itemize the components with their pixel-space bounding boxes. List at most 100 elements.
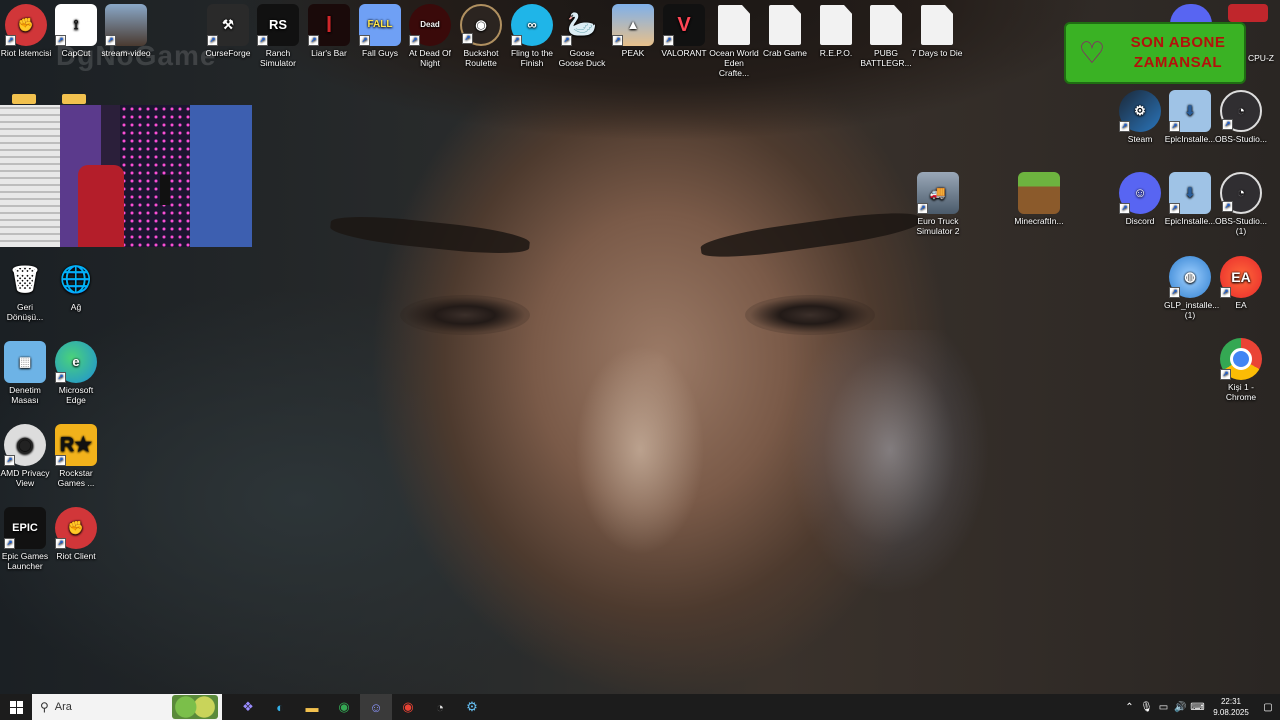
taskbar-file-explorer[interactable]: ▬: [296, 694, 328, 720]
desktop-icon-steam[interactable]: ⚙ ↗ Steam: [1114, 90, 1166, 144]
shortcut-arrow-icon: ↗: [561, 35, 572, 46]
desktop-icon-fling-to-the-finish[interactable]: ∞ ↗ Fling to the Finish: [506, 4, 558, 68]
shortcut-arrow-icon: ↗: [1222, 119, 1233, 130]
desktop-icon-pubg[interactable]: PUBG BATTLEGR...: [860, 4, 912, 68]
chevron-up-icon[interactable]: ⌃: [1121, 702, 1138, 713]
desktop-icon-riot-istemcisi[interactable]: ✊ ↗ Riot İstemcisi: [0, 4, 52, 58]
control-panel-icon: ▦: [4, 341, 46, 383]
file-icon: [815, 4, 857, 46]
shortcut-arrow-icon: ↗: [1220, 369, 1231, 380]
taskbar-clock[interactable]: 22:31 9.08.2025: [1206, 696, 1256, 718]
cpu-z-label: CPU-Z: [1248, 53, 1274, 63]
shortcut-arrow-icon: ↗: [55, 455, 66, 466]
rockstar-icon: R★ ↗: [55, 424, 97, 466]
desktop-icon-epic-installer-2[interactable]: ⬇ ↗ EpicInstalle...: [1164, 172, 1216, 226]
search-highlight-icon: [172, 695, 218, 719]
desktop-icon-label: OBS-Studio...: [1215, 134, 1267, 144]
folder-icon[interactable]: [12, 94, 36, 104]
desktop-icon-ea[interactable]: EA ↗ EA: [1215, 256, 1267, 310]
desktop-icon-euro-truck-simulator-2[interactable]: 🚚 ↗ Euro Truck Simulator 2: [912, 172, 964, 236]
desktop-icon-repo[interactable]: R.E.P.O.: [810, 4, 862, 58]
desktop-icon-label: GLP_installe... (1): [1164, 300, 1220, 320]
windows-logo-icon: [9, 700, 23, 714]
cpu-z-icon[interactable]: [1228, 4, 1268, 22]
desktop-icon-crab-game[interactable]: Crab Game: [759, 4, 811, 58]
desktop-icon-amd-privacy-view[interactable]: ◉ ↗ AMD Privacy View: [0, 424, 51, 488]
discord-icon: ☺: [369, 699, 383, 715]
desktop-icon-ranch-simulator[interactable]: RS ↗ Ranch Simulator: [252, 4, 304, 68]
desktop-icon-label: R.E.P.O.: [819, 48, 853, 58]
webcam-microphone: [160, 175, 170, 205]
buckshot-roulette-icon: ◉ ↗: [460, 4, 502, 46]
taskbar-copilot[interactable]: ❖: [232, 694, 264, 720]
desktop-icon-label: Rockstar Games ...: [57, 468, 95, 488]
desktop-icon-goose-goose-duck[interactable]: 🦢 ↗ Goose Goose Duck: [556, 4, 608, 69]
desktop-icon-label: PUBG BATTLEGR...: [860, 48, 912, 68]
desktop-icon-7-days-to-die[interactable]: 7 Days to Die: [911, 4, 963, 58]
desktop-icon-chrome-profile[interactable]: ↗ Kişi 1 - Chrome: [1215, 338, 1267, 402]
file-icon: [916, 4, 958, 46]
microphone-icon[interactable]: 🎙: [1138, 702, 1155, 713]
desktop-icon-label: EpicInstalle...: [1164, 134, 1216, 144]
desktop-icon-epic-games-launcher[interactable]: EPIC ↗ Epic Games Launcher: [0, 507, 51, 571]
desktop-icon-label: Liar's Bar: [311, 48, 347, 58]
subscriber-alert-text: SON ABONE ZAMANSAL: [1112, 33, 1244, 73]
desktop-icon-label: OBS-Studio... (1): [1215, 216, 1267, 236]
desktop-icon-fall-guys[interactable]: FALL ↗ Fall Guys: [354, 4, 406, 58]
subscriber-alert-box: ♡ SON ABONE ZAMANSAL: [1064, 22, 1246, 84]
taskbar-search-box[interactable]: ⚲ Ara: [32, 694, 222, 720]
desktop-icon-recycle-bin[interactable]: 🗑 Geri Dönüşü...: [0, 258, 51, 322]
start-button[interactable]: [0, 694, 32, 720]
taskbar-edge[interactable]: ◐: [264, 694, 296, 720]
desktop-icon-obs-studio[interactable]: ◔ ↗ OBS-Studio...: [1215, 90, 1267, 144]
desktop-icon-minecraft-installer[interactable]: MinecraftIn...: [1013, 172, 1065, 226]
taskbar-chrome[interactable]: ◉: [328, 694, 360, 720]
desktop-icon-peak[interactable]: ▲ ↗ PEAK: [607, 4, 659, 58]
desktop-icon-valorant[interactable]: V ↗ VALORANT: [658, 4, 710, 58]
desktop-icon-riot-client[interactable]: ✊ ↗ Riot Client: [50, 507, 102, 561]
taskbar-steam[interactable]: ⚙: [456, 694, 488, 720]
taskbar-obs[interactable]: ◔: [424, 694, 456, 720]
desktop-icon-at-dead-of-night[interactable]: Dead ↗ At Dead Of Night: [404, 4, 456, 68]
desktop-icon-label: 7 Days to Die: [911, 48, 963, 58]
desktop-icon-liars-bar[interactable]: l ↗ Liar's Bar: [303, 4, 355, 58]
riot-icon: ✊ ↗: [5, 4, 47, 46]
shortcut-arrow-icon: ↗: [55, 372, 66, 383]
desktop-icon-epic-installer[interactable]: ⬇ ↗ EpicInstalle...: [1164, 90, 1216, 144]
desktop-icon-ocean-world[interactable]: Ocean World Eden Crafte...: [708, 4, 760, 78]
network-icon[interactable]: ▭: [1155, 702, 1172, 713]
desktop-icon-discord[interactable]: ☺ ↗ Discord: [1114, 172, 1166, 226]
desktop-icon-glp-installer[interactable]: ◍ ↗ GLP_installe... (1): [1164, 256, 1220, 320]
taskbar: ⚲ Ara ❖ ◐ ▬ ◉ ☺ ◉ ◔ ⚙ ⌃ 🎙 ▭ 🔊 ⌨ 22:31 9.…: [0, 694, 1280, 720]
webcam-led-wall: [120, 105, 190, 247]
webcam-overlay: [0, 105, 252, 247]
desktop-icon-label: Riot İstemcisi: [0, 48, 52, 58]
shortcut-arrow-icon: ↗: [4, 455, 15, 466]
desktop-icon-microsoft-edge[interactable]: e ↗ Microsoft Edge: [50, 341, 102, 405]
wallpaper-brow-right: [699, 206, 921, 264]
desktop-icon-rockstar-games[interactable]: R★ ↗ Rockstar Games ...: [50, 424, 102, 488]
peak-icon: ▲ ↗: [612, 4, 654, 46]
taskbar-discord[interactable]: ☺: [360, 694, 392, 720]
discord-icon: ☺ ↗: [1119, 172, 1161, 214]
clock-date: 9.08.2025: [1213, 708, 1249, 717]
fling-to-finish-icon: ∞ ↗: [511, 4, 553, 46]
shortcut-arrow-icon: ↗: [462, 33, 473, 44]
desktop-icon-label: Crab Game: [763, 48, 807, 58]
notification-icon[interactable]: ▢: [1256, 702, 1280, 713]
desktop-icon-obs-studio-1[interactable]: ◔ ↗ OBS-Studio... (1): [1215, 172, 1267, 236]
taskbar-chrome-profile[interactable]: ◉: [392, 694, 424, 720]
wallpaper-nose-highlight: [560, 320, 720, 580]
keyboard-icon[interactable]: ⌨: [1189, 702, 1206, 713]
desktop-icon-buckshot-roulette[interactable]: ◉ ↗ Buckshot Roulette: [455, 4, 507, 68]
file-explorer-icon: ▬: [305, 699, 319, 715]
desktop-icon-control-panel[interactable]: ▦ Denetim Masası: [0, 341, 51, 405]
ea-icon: EA ↗: [1220, 256, 1262, 298]
desktop-icon-label: AMD Privacy View: [0, 468, 50, 488]
epic-games-icon: EPIC ↗: [4, 507, 46, 549]
desktop-icon-network[interactable]: 🌐 Ağ: [50, 258, 102, 312]
shortcut-arrow-icon: ↗: [1169, 287, 1180, 298]
folder-icon[interactable]: [62, 94, 86, 104]
liars-bar-icon: l ↗: [308, 4, 350, 46]
volume-icon[interactable]: 🔊: [1172, 702, 1189, 713]
